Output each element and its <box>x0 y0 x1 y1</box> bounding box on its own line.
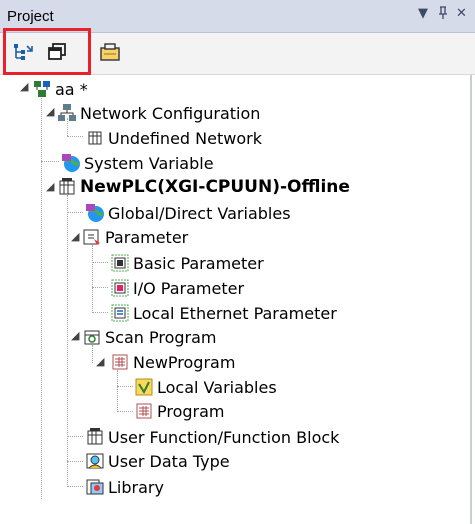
tree-line <box>117 370 118 412</box>
tree-item-label: User Data Type <box>108 451 230 471</box>
dropdown-icon[interactable]: ▼ <box>418 6 428 21</box>
parameter-doc-icon <box>111 254 129 272</box>
tree-line <box>67 461 83 462</box>
project-tree: ◢ ◢ ◢ ◢ ◢ ◢ aa * Network Configuration U… <box>0 75 470 520</box>
tree-item-label: System Variable <box>84 153 214 173</box>
tree-item-label: Parameter <box>105 227 189 247</box>
tree-item-scan-program[interactable]: Scan Program <box>82 325 217 349</box>
tree-line <box>117 386 133 387</box>
plc-icon <box>59 178 75 195</box>
tree-line <box>67 486 83 487</box>
tree-line <box>67 136 83 137</box>
collapse-icon[interactable]: ◢ <box>96 356 104 367</box>
tree-item-undefined-network[interactable]: Undefined Network <box>85 126 262 150</box>
windows-icon[interactable] <box>43 38 71 66</box>
tree-item-project-root[interactable]: aa * <box>32 77 88 101</box>
tree-item-basic-parameter[interactable]: Basic Parameter <box>110 251 264 275</box>
function-block-icon <box>87 428 103 445</box>
tree-item-program[interactable]: Program <box>134 399 225 423</box>
local-variables-icon <box>135 378 153 396</box>
tree-item-label: NewPLC(XGI-CPUUN)-Offline <box>80 177 350 197</box>
program-icon <box>136 403 152 419</box>
io-parameter-icon <box>111 279 129 297</box>
parameter-icon <box>83 229 100 245</box>
tree-item-system-variable[interactable]: System Variable <box>61 151 214 175</box>
tree-item-plc[interactable]: NewPLC(XGI-CPUUN)-Offline <box>57 175 350 199</box>
toolbar <box>0 33 475 75</box>
tree-item-global-direct-variables[interactable]: Global/Direct Variables <box>85 201 291 225</box>
project-icon <box>34 81 50 97</box>
user-data-type-icon <box>86 453 104 469</box>
collapse-icon[interactable]: ◢ <box>46 106 54 117</box>
globe-icon <box>62 154 81 172</box>
tree-line <box>92 262 108 263</box>
tree-item-local-variables[interactable]: Local Variables <box>134 375 277 399</box>
panel-titlebar: Project ▼ ✕ <box>0 0 475 33</box>
collapse-icon[interactable]: ◢ <box>71 330 79 341</box>
tree-item-label: Network Configuration <box>80 103 261 123</box>
tree-item-library[interactable]: Library <box>85 475 164 499</box>
network-node-icon <box>88 131 102 145</box>
tree-item-parameter[interactable]: Parameter <box>82 225 188 249</box>
tree-item-label: Scan Program <box>105 327 217 347</box>
tree-item-label: I/O Parameter <box>133 278 245 298</box>
tree-item-label: Undefined Network <box>108 128 262 148</box>
tree-item-label: Local Ethernet Parameter <box>133 303 337 323</box>
tree-item-new-program[interactable]: NewProgram <box>110 350 235 374</box>
pin-icon[interactable] <box>437 6 449 24</box>
tree-item-label: Local Variables <box>157 377 277 397</box>
library-icon <box>86 479 104 495</box>
collapse-icon[interactable]: ◢ <box>71 231 79 242</box>
network-icon <box>58 104 76 121</box>
tree-line <box>92 287 108 288</box>
tree-line <box>41 93 42 499</box>
tree-item-label: aa * <box>55 79 88 99</box>
tree-item-local-ethernet-parameter[interactable]: Local Ethernet Parameter <box>110 301 337 325</box>
ethernet-parameter-icon <box>111 304 129 322</box>
tree-item-io-parameter[interactable]: I/O Parameter <box>110 276 244 300</box>
tree-view-icon[interactable] <box>9 38 37 66</box>
close-icon[interactable]: ✕ <box>456 6 467 21</box>
tree-line <box>67 212 83 213</box>
program-icon <box>112 354 128 370</box>
tree-line <box>41 161 59 162</box>
collapse-icon[interactable]: ◢ <box>46 181 54 192</box>
tree-line <box>117 411 133 412</box>
collapse-icon[interactable]: ◢ <box>20 81 28 92</box>
globe-icon <box>86 204 105 222</box>
tree-item-user-data-type[interactable]: User Data Type <box>85 449 230 473</box>
tree-line <box>92 245 93 313</box>
tree-item-label: Library <box>108 477 164 497</box>
panel-title: Project <box>7 8 54 25</box>
tree-item-label: User Function/Function Block <box>108 427 340 447</box>
tree-item-label: Global/Direct Variables <box>108 203 291 223</box>
tree-item-label: Basic Parameter <box>133 253 264 273</box>
scan-program-icon <box>84 330 100 345</box>
tree-item-label: Program <box>157 401 225 421</box>
tree-line <box>92 312 108 313</box>
tree-item-user-function-block[interactable]: User Function/Function Block <box>85 425 339 449</box>
tree-item-label: NewProgram <box>133 352 236 372</box>
folder-icon[interactable] <box>96 38 124 66</box>
tree-line <box>67 195 68 487</box>
tree-item-network-configuration[interactable]: Network Configuration <box>57 101 260 125</box>
tree-line <box>67 436 83 437</box>
